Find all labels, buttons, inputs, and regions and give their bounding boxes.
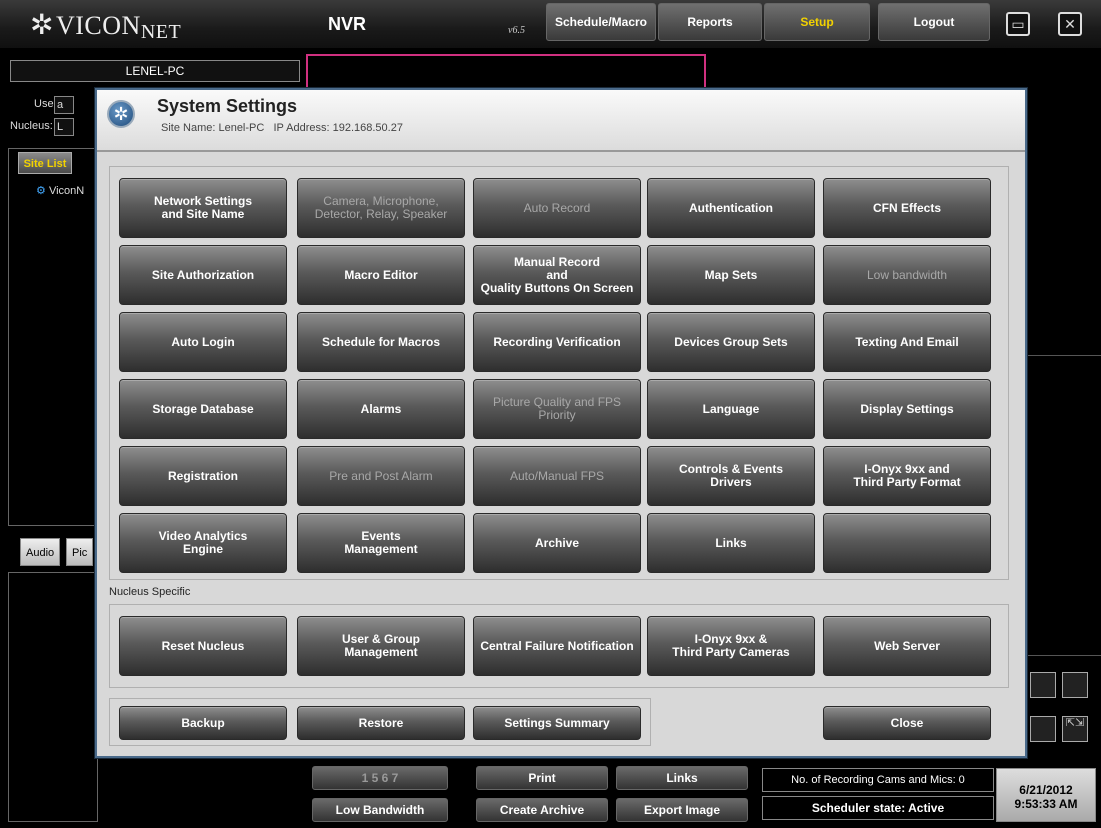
central-failure-notification-button[interactable]: Central Failure Notification xyxy=(473,616,641,676)
vicon-logo: ✲VICONNET xyxy=(30,8,182,43)
divider xyxy=(1027,655,1101,656)
controls-events-drivers-button[interactable]: Controls & Events Drivers xyxy=(647,446,815,506)
layout-grid-icon[interactable] xyxy=(1062,672,1088,698)
schedule-macro-button[interactable]: Schedule/Macro xyxy=(546,3,656,41)
logo-sub-text: NET xyxy=(140,21,182,43)
date-text: 6/21/2012 xyxy=(1019,783,1073,797)
system-settings-dialog: ✲ System Settings Site Name: Lenel-PC IP… xyxy=(95,88,1027,758)
settings-summary-button[interactable]: Settings Summary xyxy=(473,706,641,740)
i-onyx-9xx-and-third-party-format-button[interactable]: I-Onyx 9xx and Third Party Format xyxy=(823,446,991,506)
recording-cams-status: No. of Recording Cams and Mics: 0 xyxy=(762,768,994,792)
date-time-display: 6/21/2012 9:53:33 AM xyxy=(996,768,1096,822)
time-text: 9:53:33 AM xyxy=(1014,797,1078,811)
print-button[interactable]: Print xyxy=(476,766,608,790)
close-icon[interactable]: ✕ xyxy=(1058,12,1082,36)
logo-text: VICON xyxy=(55,11,141,40)
divider xyxy=(1027,355,1101,356)
version-label: v6.5 xyxy=(508,25,525,36)
setup-button[interactable]: Setup xyxy=(764,3,870,41)
macro-editor-button[interactable]: Macro Editor xyxy=(297,245,465,305)
devices-group-sets-button[interactable]: Devices Group Sets xyxy=(647,312,815,372)
site-name-box: LENEL-PC xyxy=(10,60,300,82)
tree-item-label: ViconN xyxy=(48,185,85,197)
audio-tab[interactable]: Audio xyxy=(20,538,61,566)
video-analytics-engine-button[interactable]: Video Analytics Engine xyxy=(119,513,287,573)
dialog-header: ✲ System Settings Site Name: Lenel-PC IP… xyxy=(97,90,1025,152)
picture-tab[interactable]: Pic xyxy=(66,538,94,566)
restore-button[interactable]: Restore xyxy=(297,706,465,740)
site-list-panel xyxy=(8,148,98,526)
registration-button[interactable]: Registration xyxy=(119,446,287,506)
layout-4x4-icon[interactable] xyxy=(1030,716,1056,742)
storage-database-button[interactable]: Storage Database xyxy=(119,379,287,439)
auto-login-button[interactable]: Auto Login xyxy=(119,312,287,372)
dialog-subtitle: Site Name: Lenel-PC IP Address: 192.168.… xyxy=(161,122,403,134)
network-settings-and-site-name-button[interactable]: Network Settings and Site Name xyxy=(119,178,287,238)
fullscreen-arrows-icon[interactable]: ⇱⇲ xyxy=(1062,716,1088,742)
logout-button[interactable]: Logout xyxy=(878,3,990,41)
page-number-buttons[interactable]: 1 5 6 7 xyxy=(312,766,448,790)
camera-microphone-detector-relay-speaker-button[interactable]: Camera, Microphone, Detector, Relay, Spe… xyxy=(297,178,465,238)
export-image-button[interactable]: Export Image xyxy=(616,798,748,822)
create-archive-button[interactable]: Create Archive xyxy=(476,798,608,822)
pre-and-post-alarm-button[interactable]: Pre and Post Alarm xyxy=(297,446,465,506)
close-button[interactable]: Close xyxy=(823,706,991,740)
dialog-title: System Settings xyxy=(157,96,298,116)
recording-verification-button[interactable]: Recording Verification xyxy=(473,312,641,372)
nucleus-specific-label: Nucleus Specific xyxy=(109,586,191,598)
reset-nucleus-button[interactable]: Reset Nucleus xyxy=(119,616,287,676)
map-sets-button[interactable]: Map Sets xyxy=(647,245,815,305)
user-field[interactable]: a xyxy=(54,96,74,114)
layout-2x1-icon[interactable] xyxy=(1030,672,1056,698)
texting-and-email-button[interactable]: Texting And Email xyxy=(823,312,991,372)
alarms-button[interactable]: Alarms xyxy=(297,379,465,439)
nucleus-field[interactable]: L xyxy=(54,118,74,136)
manual-record-and-quality-buttons-on-screen-button[interactable]: Manual Record and Quality Buttons On Scr… xyxy=(473,245,641,305)
site-list-tab[interactable]: Site List xyxy=(18,152,72,174)
web-server-button[interactable]: Web Server xyxy=(823,616,991,676)
links-button[interactable]: Links xyxy=(647,513,815,573)
blank-button[interactable] xyxy=(823,513,991,573)
left-lower-panel xyxy=(8,572,98,822)
vicon-logo-icon: ✲ xyxy=(30,10,54,41)
user-group-management-button[interactable]: User & Group Management xyxy=(297,616,465,676)
events-management-button[interactable]: Events Management xyxy=(297,513,465,573)
authentication-button[interactable]: Authentication xyxy=(647,178,815,238)
backup-button[interactable]: Backup xyxy=(119,706,287,740)
links-button[interactable]: Links xyxy=(616,766,748,790)
picture-quality-and-fps-priority-button[interactable]: Picture Quality and FPS Priority xyxy=(473,379,641,439)
reports-button[interactable]: Reports xyxy=(658,3,762,41)
schedule-for-macros-button[interactable]: Schedule for Macros xyxy=(297,312,465,372)
site-authorization-button[interactable]: Site Authorization xyxy=(119,245,287,305)
language-button[interactable]: Language xyxy=(647,379,815,439)
low-bandwidth-button[interactable]: Low bandwidth xyxy=(823,245,991,305)
display-settings-button[interactable]: Display Settings xyxy=(823,379,991,439)
top-bar: ✲VICONNET NVR v6.5 Schedule/Macro Report… xyxy=(0,0,1101,48)
archive-button[interactable]: Archive xyxy=(473,513,641,573)
cfn-effects-button[interactable]: CFN Effects xyxy=(823,178,991,238)
settings-gear-icon: ✲ xyxy=(107,100,135,128)
minimize-icon[interactable]: ▭ xyxy=(1006,12,1030,36)
tree-item-site[interactable]: ⚙ ViconN xyxy=(36,184,84,197)
network-icon: ⚙ xyxy=(36,185,46,197)
auto-manual-fps-button[interactable]: Auto/Manual FPS xyxy=(473,446,641,506)
low-bandwidth-button[interactable]: Low Bandwidth xyxy=(312,798,448,822)
scheduler-state-status: Scheduler state: Active xyxy=(762,796,994,820)
auto-record-button[interactable]: Auto Record xyxy=(473,178,641,238)
app-name: NVR xyxy=(328,14,367,34)
i-onyx-9xx-third-party-cameras-button[interactable]: I-Onyx 9xx & Third Party Cameras xyxy=(647,616,815,676)
nucleus-label: Nucleus: xyxy=(10,120,53,132)
